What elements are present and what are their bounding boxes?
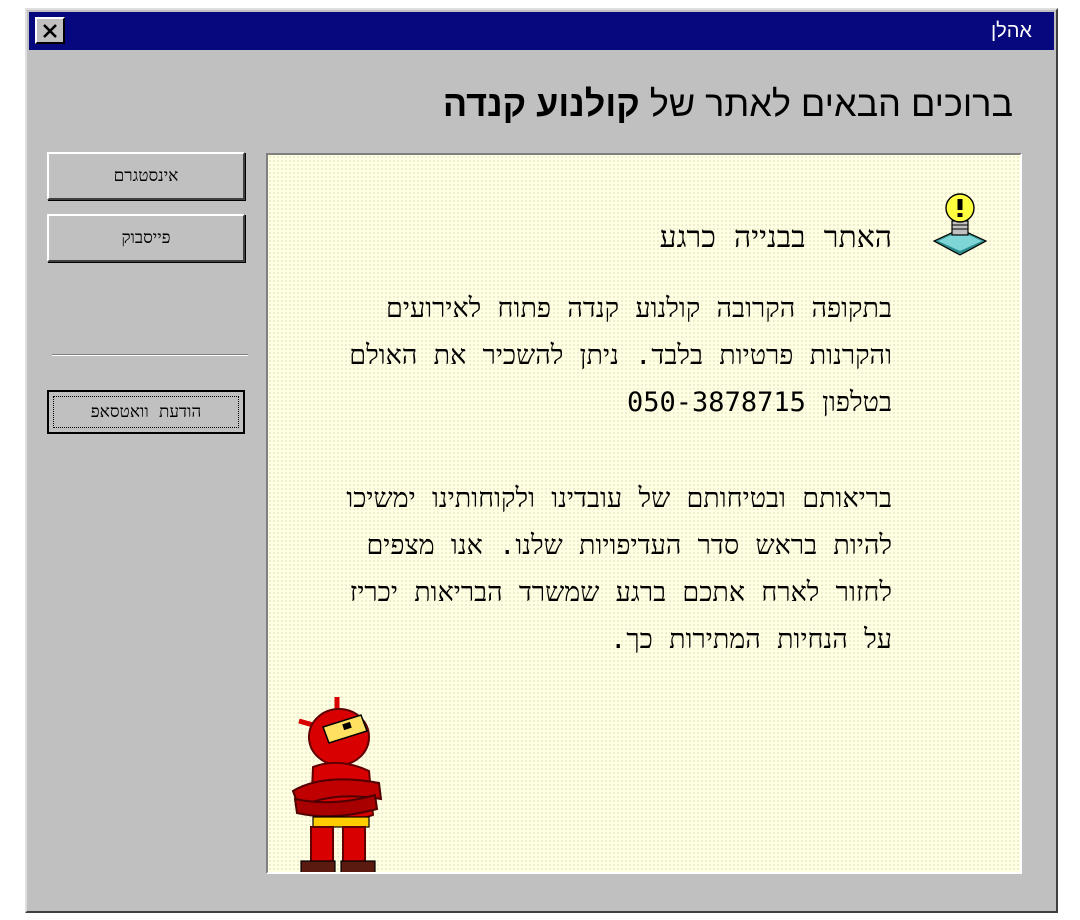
focus-outline: הודעת וואטסאפ (53, 396, 239, 428)
message-panel: האתר בבנייה כרגע בתקופה הקרובה קולנוע קנ… (266, 153, 1022, 874)
sidebar-separator (52, 354, 248, 356)
dialog-window: אהלן ברוכים הבאים לאתר של קולנוע קנדה אי… (25, 8, 1058, 913)
page-title: ברוכים הבאים לאתר של קולנוע קנדה (443, 83, 1013, 125)
facebook-button-label: פייסבוק (121, 228, 171, 248)
window-title: אהלן (990, 20, 1032, 42)
close-icon (43, 23, 57, 38)
instagram-button[interactable]: אינסטגרם (47, 152, 245, 200)
welcome-text: ברוכים הבאים לאתר של (639, 83, 1013, 124)
whatsapp-button-label: הודעת וואטסאפ (90, 402, 202, 422)
whatsapp-message-button[interactable]: הודעת וואטסאפ (47, 390, 245, 434)
facebook-button[interactable]: פייסבוק (47, 214, 245, 262)
info-paragraph: בתקופה הקרובה קולנוע קנדה פתוח לאירועים … (349, 293, 892, 418)
robot-mascot-icon (291, 697, 383, 872)
lightbulb-icon (932, 193, 988, 256)
close-button[interactable] (35, 17, 65, 44)
instagram-button-label: אינסטגרם (113, 166, 179, 186)
title-bar[interactable]: אהלן (29, 12, 1054, 50)
panel-heading: האתר בבנייה כרגע (659, 220, 892, 255)
site-name: קולנוע קנדה (442, 83, 640, 124)
health-paragraph: בריאותם ובטיחותם של עובדינו ולקוחותינו י… (346, 483, 892, 655)
